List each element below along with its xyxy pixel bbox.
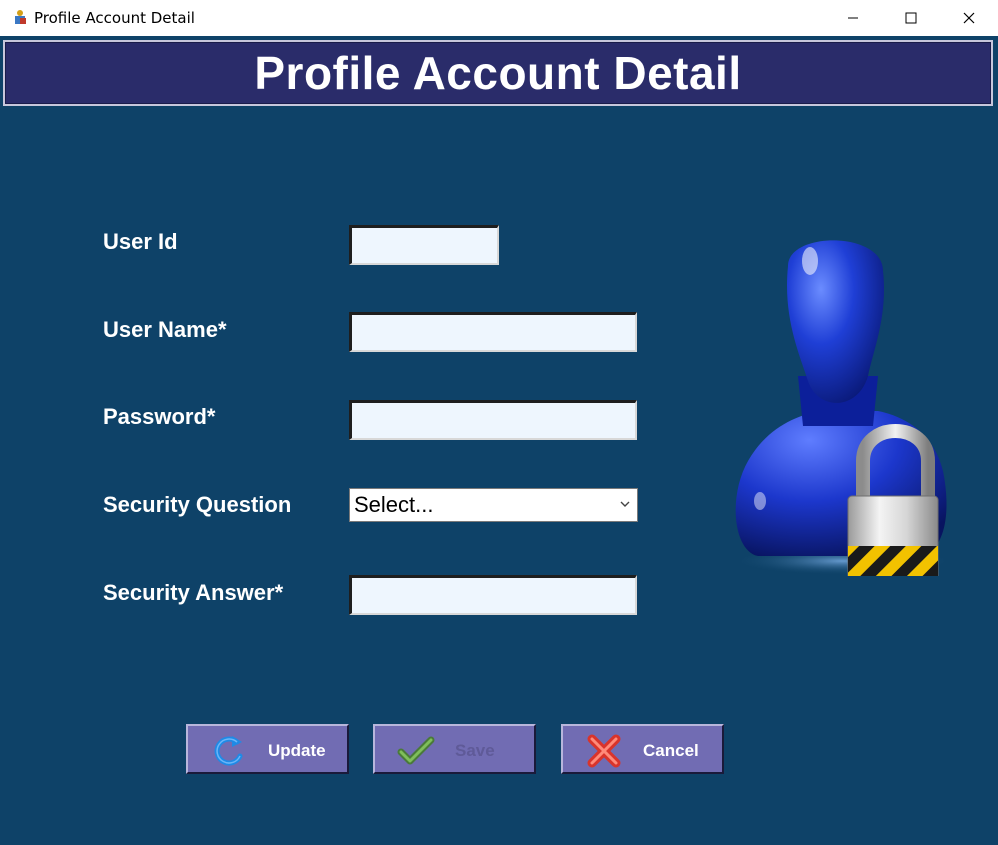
user-name-label: User Name* xyxy=(103,317,227,342)
minimize-icon xyxy=(848,17,858,19)
security-question-select[interactable]: Select... xyxy=(349,488,638,522)
cancel-button-label: Cancel xyxy=(643,741,699,760)
close-icon xyxy=(963,12,975,24)
save-button[interactable]: Save xyxy=(373,724,536,774)
window-titlebar: Profile Account Detail xyxy=(0,0,998,36)
security-answer-label: Security Answer* xyxy=(103,580,284,605)
update-button[interactable]: Update xyxy=(186,724,349,774)
password-field[interactable] xyxy=(349,400,637,440)
user-padlock-icon xyxy=(733,240,953,576)
user-id-label: User Id xyxy=(103,229,178,254)
page-title: Profile Account Detail xyxy=(254,47,742,99)
window-title: Profile Account Detail xyxy=(34,9,195,27)
security-answer-field[interactable] xyxy=(349,575,637,615)
close-button[interactable] xyxy=(940,0,998,36)
security-question-selected: Select... xyxy=(354,492,434,517)
user-name-field[interactable] xyxy=(349,312,637,352)
cancel-button[interactable]: Cancel xyxy=(561,724,724,774)
maximize-button[interactable] xyxy=(882,0,940,36)
save-button-label: Save xyxy=(455,741,495,760)
header-banner: Profile Account Detail xyxy=(3,40,993,106)
maximize-icon xyxy=(905,12,917,24)
red-x-icon xyxy=(587,734,621,768)
chevron-down-icon xyxy=(620,501,630,507)
user-id-field[interactable] xyxy=(349,225,499,265)
security-question-label: Security Question xyxy=(103,492,292,517)
password-label: Password* xyxy=(103,404,216,429)
form-client-area: Profile Account Detail User Id User Name… xyxy=(0,36,998,845)
refresh-arrow-icon xyxy=(214,736,243,766)
minimize-button[interactable] xyxy=(824,0,882,36)
update-button-label: Update xyxy=(268,741,326,760)
checkmark-icon xyxy=(397,736,435,765)
app-icon xyxy=(15,10,26,24)
